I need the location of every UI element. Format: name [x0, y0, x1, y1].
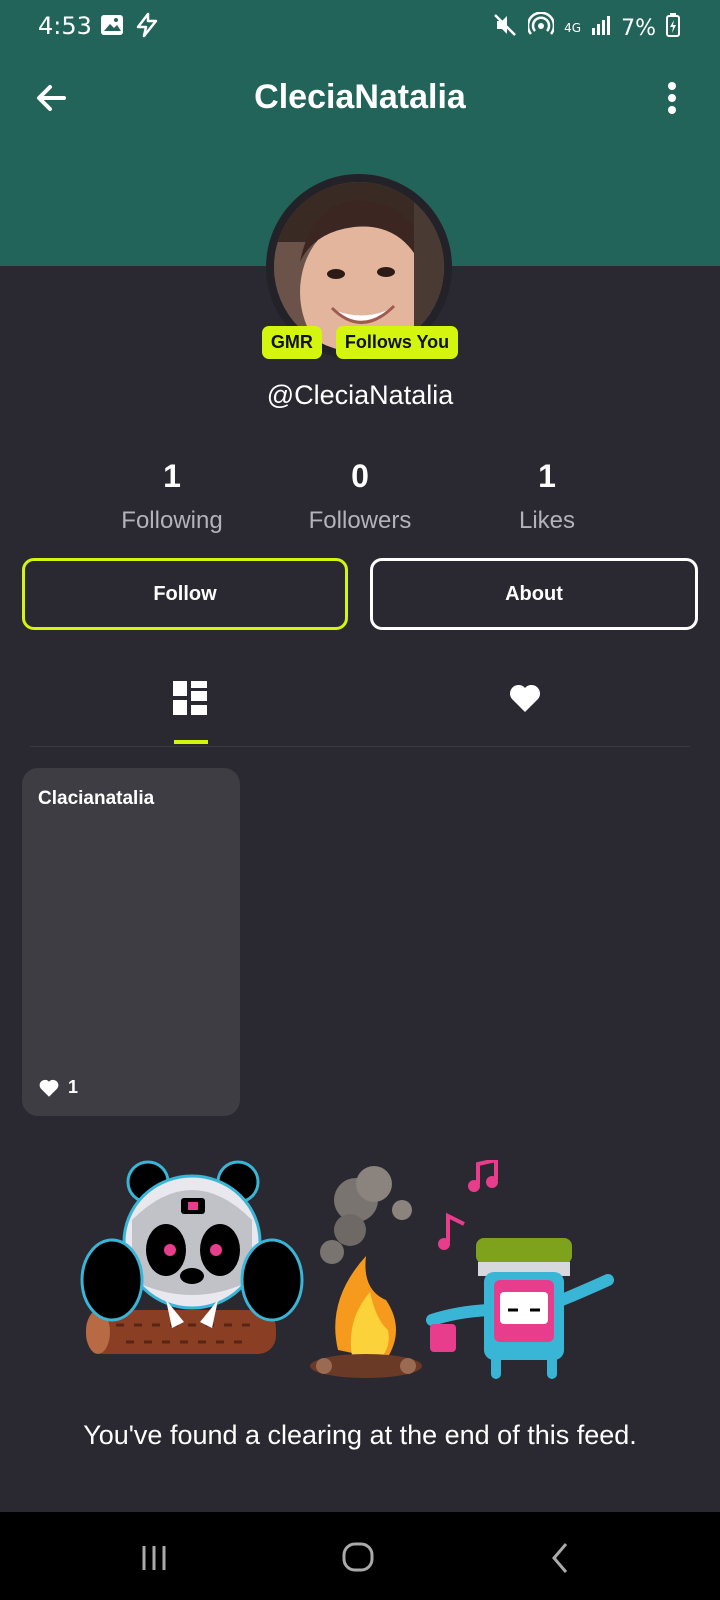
- app-bar: CleciaNatalia: [0, 60, 720, 136]
- stat-value: 0: [351, 458, 369, 494]
- tab-posts[interactable]: [172, 680, 208, 716]
- profile-handle: @CleciaNatalia: [266, 380, 454, 410]
- badge-gmr: GMR: [261, 326, 322, 359]
- tab-selected-indicator: [174, 740, 208, 744]
- page-title: CleciaNatalia: [254, 78, 466, 116]
- badge-follows-you: Follows You: [335, 326, 459, 359]
- stat-label: Followers: [308, 507, 412, 534]
- about-button[interactable]: About: [370, 558, 698, 630]
- more-vertical-icon: [668, 82, 676, 114]
- network-label: 4G: [564, 21, 582, 35]
- stat-label: Following: [121, 507, 223, 534]
- likes-count: 1: [68, 1077, 79, 1097]
- status-time: 4:53: [38, 12, 92, 40]
- feed-card-likes: 1: [38, 1077, 78, 1098]
- campfire-illustration: [76, 1157, 646, 1398]
- home-icon: [342, 1542, 374, 1572]
- stat-value: 1: [538, 458, 556, 494]
- end-of-feed-message: You've found a clearing at the end of th…: [83, 1420, 637, 1450]
- heart-icon: [39, 1079, 59, 1097]
- grid-icon: [173, 681, 207, 715]
- stat-likes: 1 Likes: [457, 458, 637, 535]
- back-chevron-icon: [552, 1543, 568, 1573]
- more-options-button[interactable]: [660, 76, 684, 120]
- feed-card-title: Clacianatalia: [38, 788, 155, 809]
- follow-button[interactable]: Follow: [22, 558, 348, 630]
- home-button[interactable]: [328, 1532, 388, 1582]
- heart-icon: [509, 684, 541, 712]
- back-nav-button[interactable]: [530, 1532, 590, 1582]
- feed-card[interactable]: Clacianatalia 1: [22, 768, 240, 1116]
- tab-likes[interactable]: [508, 682, 542, 714]
- stat-label: Likes: [518, 507, 576, 534]
- badges: GMR Follows You: [0, 326, 720, 359]
- gallery-icon: [100, 14, 124, 41]
- recent-apps-icon: [142, 1546, 166, 1570]
- hotspot-icon: [526, 11, 556, 44]
- battery-icon: [666, 13, 680, 43]
- signal-icon: [591, 14, 611, 42]
- flash-icon: [134, 12, 160, 43]
- stat-value: 1: [163, 458, 181, 494]
- mute-icon: [492, 12, 518, 44]
- status-bar: 4:53 4G 7%: [0, 0, 720, 54]
- battery-percent: 7%: [621, 15, 656, 41]
- stat-followers[interactable]: 0 Followers: [270, 458, 450, 535]
- system-nav-bar: [0, 1512, 720, 1600]
- stat-following[interactable]: 1 Following: [82, 458, 262, 535]
- profile-tabs: [30, 674, 690, 747]
- recent-apps-button[interactable]: [124, 1532, 184, 1582]
